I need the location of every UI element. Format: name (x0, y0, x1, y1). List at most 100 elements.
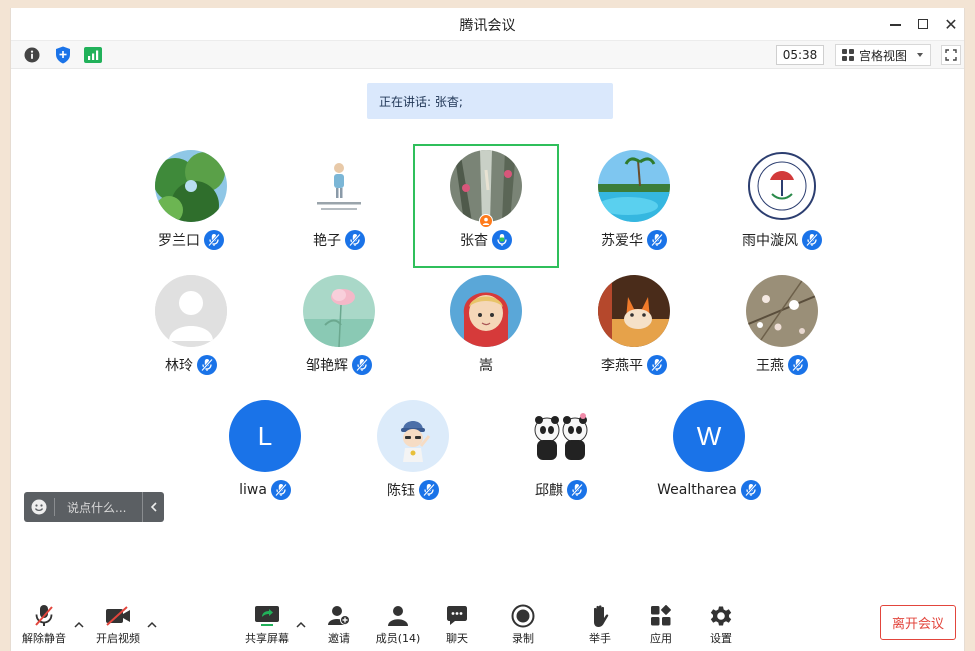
participant-name: 雨中漩风 (742, 233, 798, 249)
avatar (598, 275, 670, 347)
participant-tile[interactable]: 邱麒 (488, 394, 634, 518)
info-icon[interactable] (23, 46, 41, 64)
participant-tile[interactable]: 罗兰口 (118, 144, 264, 268)
security-shield-icon[interactable] (54, 46, 72, 64)
microphone-icon (788, 355, 808, 375)
avatar (450, 275, 522, 347)
camera-off-icon (103, 603, 133, 629)
participant-tile[interactable]: 陈钰 (340, 394, 486, 518)
emoji-icon[interactable] (24, 499, 54, 515)
unmute-label: 解除静音 (22, 632, 66, 645)
participant-tile[interactable]: 李燕平 (561, 269, 707, 393)
avatar (525, 400, 597, 472)
microphone-active-icon (492, 230, 512, 250)
avatar (450, 150, 522, 222)
avatar (746, 275, 818, 347)
participant-name: liwa (239, 482, 267, 498)
microphone-icon (352, 355, 372, 375)
participant-name: 王燕 (756, 358, 784, 374)
fullscreen-button[interactable] (941, 45, 961, 65)
participant-name: 邹艳辉 (306, 358, 348, 374)
chevron-left-icon (150, 502, 157, 512)
avatar (155, 150, 227, 222)
letter-avatar: L (229, 400, 301, 472)
microphone-icon (419, 480, 439, 500)
members-button[interactable]: 成员(14) (368, 603, 428, 647)
participant-name: 嵩 (479, 358, 493, 374)
minimize-icon (889, 24, 901, 26)
participant-tile-active-speaker[interactable]: 张杳 (413, 144, 559, 268)
fullscreen-icon (945, 49, 957, 61)
audio-options-chevron-up-icon[interactable] (74, 620, 84, 628)
host-badge-icon (479, 214, 493, 228)
raise-hand-label: 举手 (589, 632, 611, 645)
letter-avatar: W (673, 400, 745, 472)
participant-tile[interactable]: W Wealtharea (636, 394, 782, 518)
raise-hand-button[interactable]: 举手 (570, 603, 630, 647)
share-screen-button[interactable]: 共享屏幕 (237, 603, 297, 647)
apps-icon (646, 603, 676, 629)
participant-name: 李燕平 (601, 358, 643, 374)
microphone-icon (204, 230, 224, 250)
microphone-icon (345, 230, 365, 250)
record-icon (508, 603, 538, 629)
participant-tile[interactable]: 苏爱华 (561, 144, 707, 268)
share-options-chevron-up-icon[interactable] (296, 620, 306, 628)
participant-name: 艳子 (313, 233, 341, 249)
window-title: 腾讯会议 (459, 18, 516, 34)
participant-tile[interactable]: 雨中漩风 (709, 144, 855, 268)
record-button[interactable]: 录制 (493, 603, 553, 647)
invite-button[interactable]: 邀请 (309, 603, 369, 647)
participant-name: 林玲 (165, 358, 193, 374)
top-toolbar: 05:38 宫格视图 (11, 40, 964, 69)
chat-button[interactable]: 聊天 (427, 603, 487, 647)
participant-name: Wealtharea (657, 482, 737, 498)
close-button[interactable]: ✕ (940, 14, 962, 34)
collapse-chat-button[interactable] (142, 492, 164, 522)
grid-view-icon (842, 49, 854, 61)
video-options-chevron-up-icon[interactable] (147, 620, 157, 628)
participant-tile[interactable]: L liwa (192, 394, 338, 518)
start-video-button[interactable]: 开启视频 (88, 603, 148, 647)
view-mode-dropdown[interactable]: 宫格视图 (835, 44, 931, 66)
chat-bubble-icon (442, 603, 472, 629)
avatar (377, 400, 449, 472)
participant-name: 张杳 (460, 233, 488, 249)
settings-button[interactable]: 设置 (691, 603, 751, 647)
meeting-timer: 05:38 (776, 45, 824, 65)
chat-input-bar[interactable]: 说点什么... (24, 492, 164, 522)
close-icon: ✕ (944, 14, 958, 34)
avatar (303, 150, 375, 222)
chat-input-placeholder[interactable]: 说点什么... (55, 499, 142, 516)
speaking-indicator: 正在讲话: 张杳; (367, 83, 613, 119)
participant-tile[interactable]: 林玲 (118, 269, 264, 393)
default-avatar-icon (155, 275, 227, 347)
signal-strength-icon[interactable] (84, 46, 102, 64)
participant-tile[interactable]: 王燕 (709, 269, 855, 393)
microphone-icon (802, 230, 822, 250)
participant-name: 苏爱华 (601, 233, 643, 249)
unmute-button[interactable]: 解除静音 (14, 603, 74, 647)
add-user-icon (324, 603, 354, 629)
maximize-button[interactable] (912, 14, 934, 34)
apps-label: 应用 (650, 632, 672, 645)
minimize-button[interactable] (884, 14, 906, 34)
members-icon (383, 603, 413, 629)
participant-tile[interactable]: 邹艳辉 (266, 269, 412, 393)
microphone-icon (567, 480, 587, 500)
participant-tile[interactable]: 艳子 (266, 144, 412, 268)
avatar (746, 150, 818, 222)
avatar (303, 275, 375, 347)
leave-meeting-button[interactable]: 离开会议 (880, 605, 956, 640)
record-label: 录制 (512, 632, 534, 645)
title-bar: 腾讯会议 ✕ (11, 8, 964, 40)
avatar (598, 150, 670, 222)
microphone-muted-icon (29, 603, 59, 629)
participant-tile[interactable]: 嵩 (413, 269, 559, 393)
microphone-icon (197, 355, 217, 375)
apps-button[interactable]: 应用 (631, 603, 691, 647)
share-screen-icon (252, 603, 282, 629)
members-label: 成员(14) (375, 632, 421, 645)
view-mode-label: 宫格视图 (859, 48, 908, 63)
chevron-down-icon (917, 53, 923, 57)
